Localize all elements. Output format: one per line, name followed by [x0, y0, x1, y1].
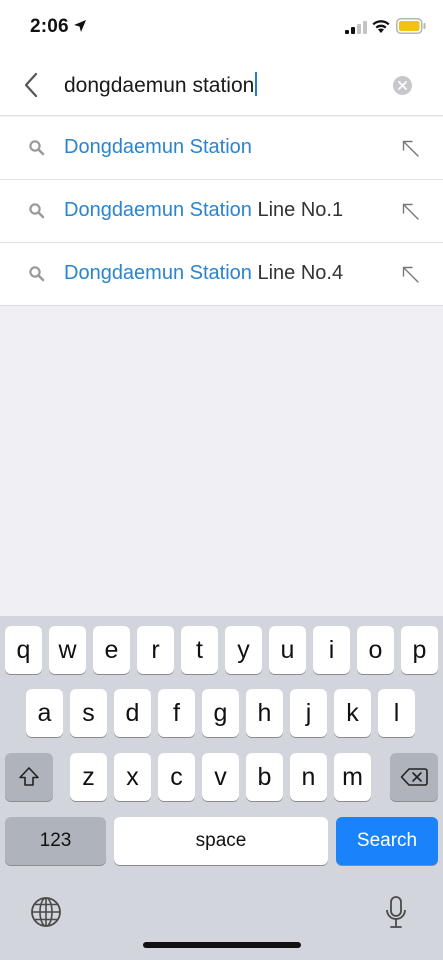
suggestion-match-text: Dongdaemun Station	[64, 262, 252, 284]
globe-icon[interactable]	[30, 896, 62, 928]
suggestion-label: Dongdaemun Station	[64, 136, 252, 159]
key-b[interactable]: b	[246, 753, 283, 801]
key-a[interactable]: a	[26, 689, 63, 737]
keyboard: q w e r t y u i o p a s d f g h j k l z …	[0, 616, 443, 960]
battery-icon	[396, 18, 426, 34]
key-v[interactable]: v	[202, 753, 239, 801]
key-s[interactable]: s	[70, 689, 107, 737]
suggestion-item[interactable]: Dongdaemun Station Line No.1	[0, 180, 443, 243]
key-g[interactable]: g	[202, 689, 239, 737]
key-k[interactable]: k	[334, 689, 371, 737]
key-l[interactable]: l	[378, 689, 415, 737]
key-n[interactable]: n	[290, 753, 327, 801]
fill-query-arrow-icon[interactable]	[401, 139, 420, 158]
suggestion-label: Dongdaemun Station Line No.1	[64, 199, 343, 222]
delete-key[interactable]	[390, 753, 438, 801]
fill-query-arrow-icon[interactable]	[401, 265, 420, 284]
wifi-icon	[372, 20, 390, 33]
suggestion-match-text: Dongdaemun Station	[64, 199, 252, 221]
key-y[interactable]: y	[225, 626, 262, 674]
back-button[interactable]	[12, 66, 50, 104]
key-x[interactable]: x	[114, 753, 151, 801]
key-p[interactable]: p	[401, 626, 438, 674]
suggestion-list: Dongdaemun Station Dongdaemun Station Li…	[0, 117, 443, 306]
key-o[interactable]: o	[357, 626, 394, 674]
shift-icon	[19, 767, 39, 786]
suggestion-rest-text: Line No.4	[251, 262, 344, 284]
key-m[interactable]: m	[334, 753, 371, 801]
key-d[interactable]: d	[114, 689, 151, 737]
key-t[interactable]: t	[181, 626, 218, 674]
backspace-icon	[400, 768, 428, 786]
home-indicator[interactable]	[143, 942, 301, 948]
status-bar: 2:06	[0, 0, 443, 54]
cellular-signal-icon	[345, 21, 367, 34]
numbers-key[interactable]: 123	[5, 817, 106, 865]
search-icon	[29, 266, 45, 282]
search-icon	[29, 140, 45, 156]
suggestion-item[interactable]: Dongdaemun Station	[0, 117, 443, 180]
search-icon	[29, 203, 45, 219]
suggestion-rest-text: Line No.1	[251, 199, 344, 221]
search-input[interactable]: dongdaemun station	[64, 72, 258, 98]
key-h[interactable]: h	[246, 689, 283, 737]
key-u[interactable]: u	[269, 626, 306, 674]
location-arrow-icon	[74, 20, 86, 32]
microphone-icon[interactable]	[385, 896, 407, 930]
status-time: 2:06	[30, 16, 69, 37]
fill-query-arrow-icon[interactable]	[401, 202, 420, 221]
key-e[interactable]: e	[93, 626, 130, 674]
clear-circle-icon	[398, 81, 407, 90]
search-header: dongdaemun station	[0, 54, 443, 116]
key-c[interactable]: c	[158, 753, 195, 801]
chevron-left-icon	[24, 72, 38, 98]
shift-key[interactable]	[5, 753, 53, 801]
key-z[interactable]: z	[70, 753, 107, 801]
space-key[interactable]: space	[114, 817, 328, 865]
search-key[interactable]: Search	[336, 817, 438, 865]
suggestion-match-text: Dongdaemun Station	[64, 136, 252, 158]
key-i[interactable]: i	[313, 626, 350, 674]
suggestion-item[interactable]: Dongdaemun Station Line No.4	[0, 243, 443, 306]
key-r[interactable]: r	[137, 626, 174, 674]
key-j[interactable]: j	[290, 689, 327, 737]
clear-search-button[interactable]	[393, 76, 412, 95]
key-q[interactable]: q	[5, 626, 42, 674]
suggestion-label: Dongdaemun Station Line No.4	[64, 262, 343, 285]
key-w[interactable]: w	[49, 626, 86, 674]
text-caret	[255, 72, 258, 96]
search-query-text: dongdaemun station	[64, 74, 255, 97]
key-f[interactable]: f	[158, 689, 195, 737]
